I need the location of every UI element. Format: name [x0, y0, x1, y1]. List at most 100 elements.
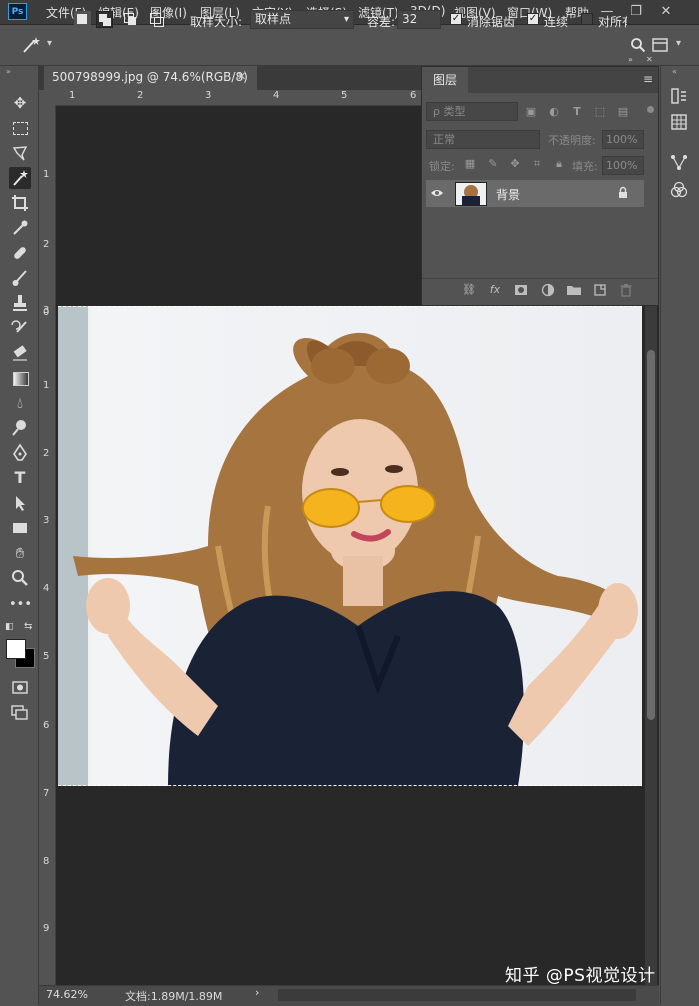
crop-tool-icon[interactable]	[9, 192, 31, 214]
layer-filter-select[interactable]: ρ 类型	[426, 102, 518, 121]
close-panel-icon[interactable]: ✕	[646, 55, 653, 64]
filter-toggle-icon[interactable]	[647, 106, 654, 113]
rectangle-tool-icon[interactable]	[9, 517, 31, 539]
move-tool-icon[interactable]: ✥	[9, 92, 31, 114]
intersect-selection-button[interactable]	[148, 11, 165, 28]
link-layers-icon[interactable]: ⛓︎	[461, 282, 477, 298]
restore-button[interactable]: ❐	[626, 2, 646, 22]
path-selection-tool-icon[interactable]	[9, 492, 31, 514]
right-dock	[660, 66, 699, 1005]
lock-pixels-icon[interactable]: ✎	[486, 157, 500, 171]
contiguous-label: 连续	[544, 15, 569, 29]
history-panel-icon[interactable]	[669, 86, 689, 106]
ruler-tick: 2	[43, 239, 50, 250]
marquee-tool-icon[interactable]	[9, 117, 31, 139]
dodge-tool-icon[interactable]	[9, 417, 31, 439]
add-mask-icon[interactable]	[513, 282, 529, 298]
zoom-level[interactable]: 74.62%	[46, 988, 88, 1001]
blur-tool-icon[interactable]: 💧︎	[9, 392, 31, 414]
lock-all-icon[interactable]: 🔒︎	[552, 157, 566, 171]
ruler-tick: 3	[43, 515, 50, 526]
filter-type-icon[interactable]: T	[570, 105, 584, 119]
workspace-icon[interactable]	[652, 37, 668, 53]
swatches-panel-icon[interactable]	[669, 112, 689, 132]
filter-smart-object-icon[interactable]: ▤	[616, 105, 630, 119]
foreground-color-swatch[interactable]	[6, 639, 26, 659]
layer-name[interactable]: 背景	[496, 186, 520, 203]
type-tool-icon[interactable]: T	[9, 467, 31, 489]
default-colors-icon[interactable]: ◧	[5, 622, 14, 632]
ruler-tick: 6	[43, 720, 50, 731]
subtract-from-selection-button[interactable]	[122, 11, 139, 28]
filter-shape-icon[interactable]: ⬚	[593, 105, 607, 119]
lock-transparency-icon[interactable]: ▦	[463, 157, 477, 171]
gradient-tool-icon[interactable]	[9, 367, 31, 389]
delete-layer-icon[interactable]	[618, 282, 634, 298]
magic-wand-tool-preset-icon[interactable]	[20, 35, 44, 55]
collapse-arrows-icon[interactable]: «	[672, 67, 677, 76]
lock-artboard-icon[interactable]: ⌗	[530, 157, 544, 171]
collapse-arrows-icon[interactable]: »	[628, 55, 633, 64]
tolerance-label: 容差:	[367, 15, 396, 29]
new-layer-icon[interactable]	[592, 282, 608, 298]
fill-label: 填充:	[572, 160, 598, 173]
vertical-scroll-thumb[interactable]	[647, 350, 655, 720]
fill-input[interactable]: 100%	[602, 156, 644, 175]
close-tab-icon[interactable]: ✕	[237, 70, 246, 83]
document-tab[interactable]: 500798999.jpg @ 74.6%(RGB/8) *	[44, 66, 257, 106]
swap-colors-icon[interactable]: ⇆	[24, 621, 32, 632]
ruler-tick: 2	[137, 90, 144, 101]
layer-style-icon[interactable]: fx	[487, 282, 503, 298]
magic-wand-tool-icon[interactable]	[9, 167, 31, 189]
collapse-arrows-icon[interactable]: »	[6, 67, 11, 76]
paths-panel-icon[interactable]	[669, 152, 689, 172]
eye-icon[interactable]	[430, 187, 444, 199]
opacity-input[interactable]: 100%	[602, 130, 644, 149]
ruler-tick: 1	[69, 90, 76, 101]
all-layers-label: 对所有	[598, 15, 627, 29]
add-to-selection-button[interactable]	[96, 11, 113, 28]
options-bar	[0, 25, 699, 66]
ruler-tick: 1	[43, 380, 50, 391]
ruler-tick: 6	[410, 90, 417, 101]
layers-tab[interactable]: 图层	[422, 67, 468, 93]
channels-panel-icon[interactable]	[669, 180, 689, 200]
chevron-right-icon[interactable]: ›	[255, 986, 259, 999]
close-window-button[interactable]: ✕	[656, 2, 676, 22]
quick-mask-icon[interactable]	[9, 676, 31, 698]
panel-menu-icon[interactable]: ≡	[643, 72, 653, 86]
eyedropper-tool-icon[interactable]	[9, 217, 31, 239]
zoom-tool-icon[interactable]	[9, 567, 31, 589]
selection-marquee	[58, 306, 642, 786]
filter-pixel-icon[interactable]: ▣	[524, 105, 538, 119]
new-group-icon[interactable]	[566, 282, 582, 298]
healing-brush-tool-icon[interactable]	[9, 242, 31, 264]
sample-size-select[interactable]: 取样点 ▾	[250, 10, 354, 29]
search-icon[interactable]	[630, 37, 646, 53]
lock-position-icon[interactable]: ✥	[508, 157, 522, 171]
ruler-tick: 4	[43, 583, 50, 594]
history-brush-tool-icon[interactable]	[9, 317, 31, 339]
ruler-tick: 5	[43, 651, 50, 662]
chevron-down-icon[interactable]: ▾	[676, 38, 681, 49]
adjustment-layer-icon[interactable]	[540, 282, 556, 298]
screen-mode-icon[interactable]	[9, 701, 31, 723]
opacity-label: 不透明度:	[548, 134, 596, 147]
eraser-tool-icon[interactable]	[9, 342, 31, 364]
brush-tool-icon[interactable]	[9, 267, 31, 289]
all-layers-checkbox[interactable]	[581, 13, 593, 25]
filter-adjustment-icon[interactable]: ◐	[547, 105, 561, 119]
chevron-down-icon[interactable]: ▾	[47, 38, 52, 49]
horizontal-scrollbar[interactable]	[278, 989, 636, 1001]
lasso-tool-icon[interactable]	[9, 142, 31, 164]
more-tools-icon[interactable]: •••	[9, 594, 32, 616]
contiguous-checkbox[interactable]: ✓	[527, 13, 539, 25]
blend-mode-select[interactable]: 正常	[426, 130, 540, 149]
hand-tool-icon[interactable]: ✋︎	[9, 542, 31, 564]
clone-stamp-tool-icon[interactable]	[9, 292, 31, 314]
tolerance-input[interactable]: 32	[397, 10, 441, 29]
antialias-checkbox[interactable]: ✓	[450, 13, 462, 25]
document-size: 文档:1.89M/1.89M	[125, 990, 223, 1003]
new-selection-button[interactable]	[74, 11, 91, 28]
pen-tool-icon[interactable]	[9, 442, 31, 464]
